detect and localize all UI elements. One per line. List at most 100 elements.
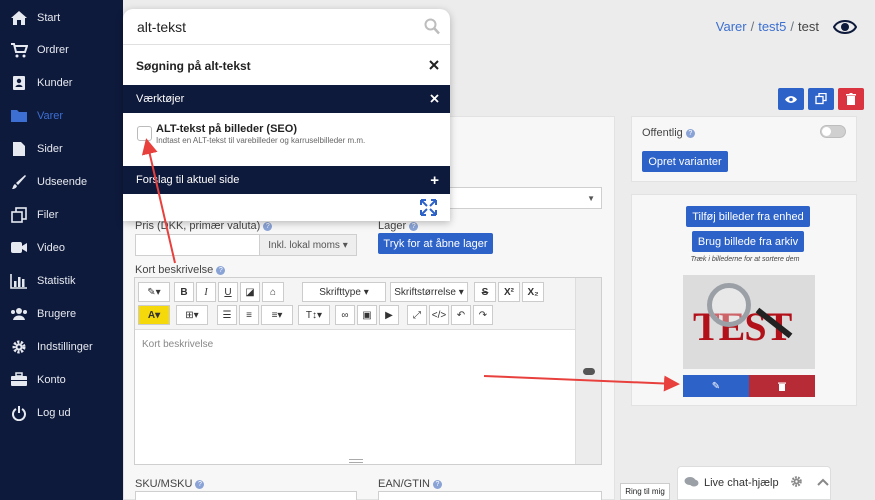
product-image[interactable]: TEST xyxy=(683,275,815,369)
preview-button[interactable] xyxy=(778,88,804,110)
breadcrumb-link-test5[interactable]: test5 xyxy=(758,19,786,34)
bold-button[interactable]: B xyxy=(174,282,194,302)
users-icon xyxy=(9,305,29,323)
ring-me-button[interactable]: Ring til mig xyxy=(620,483,670,500)
user-card-icon xyxy=(9,74,29,92)
help-icon: ? xyxy=(685,128,695,138)
sidebar-item-label: Konto xyxy=(37,373,66,386)
eraser-button[interactable]: ◪ xyxy=(240,282,260,302)
expand-icon[interactable] xyxy=(420,199,437,219)
sidebar-item-brugere[interactable]: Brugere xyxy=(0,297,123,330)
price-input[interactable]: Inkl. lokal moms ▾ xyxy=(135,234,357,256)
price-unit-select[interactable]: Inkl. lokal moms ▾ xyxy=(259,235,356,255)
sidebar-item-label: Indstillinger xyxy=(37,340,93,353)
sidebar-item-label: Udseende xyxy=(37,175,88,188)
sidebar-item-sider[interactable]: Sider xyxy=(0,132,123,165)
sidebar-item-start[interactable]: Start xyxy=(0,1,123,34)
close-icon[interactable] xyxy=(430,94,439,106)
sidebar-item-label: Ordrer xyxy=(37,43,69,56)
line-height-button[interactable]: T↕▾ xyxy=(298,305,330,325)
sidebar-item-filer[interactable]: Filer xyxy=(0,198,123,231)
stock-label: Lager? xyxy=(378,220,419,232)
breadcrumb-separator: / xyxy=(750,19,755,34)
search-input[interactable] xyxy=(137,17,417,37)
live-chat-widget[interactable]: Live chat-hjælp xyxy=(677,466,831,500)
table-button[interactable]: ⊞▾ xyxy=(176,305,208,325)
sidebar: Start Ordrer Kunder Varer Sider Udseende… xyxy=(0,0,123,500)
search-results-title: Søgning på alt-tekst xyxy=(136,59,251,73)
search-result-alt-text[interactable]: ALT-tekst på billeder (SEO) Indtast en A… xyxy=(123,113,450,165)
breadcrumb: Varer / test5 / test xyxy=(716,19,819,34)
bullet-list-button[interactable]: ☰ xyxy=(217,305,237,325)
delete-image-button[interactable] xyxy=(749,375,815,397)
open-stock-button[interactable]: Tryk for at åbne lager xyxy=(378,233,493,254)
search-icon[interactable] xyxy=(424,18,440,38)
align-button[interactable]: ≡▾ xyxy=(261,305,293,325)
undo-button[interactable]: ↶ xyxy=(451,305,471,325)
subscript-icon: X₂ xyxy=(527,286,539,298)
duplicate-button[interactable] xyxy=(808,88,834,110)
use-archive-button[interactable]: Brug billede fra arkiv xyxy=(692,231,804,252)
public-toggle[interactable] xyxy=(820,125,846,138)
delete-button[interactable] xyxy=(838,88,864,110)
file-icon xyxy=(9,140,29,158)
font-color-button[interactable]: A▾ xyxy=(138,305,170,325)
italic-button[interactable]: I xyxy=(196,282,216,302)
eye-icon xyxy=(785,95,797,103)
visibility-card: Offentlig? Opret varianter xyxy=(631,116,857,182)
preview-eye-icon[interactable] xyxy=(832,17,858,37)
add-images-button[interactable]: Tilføj billeder fra enhed xyxy=(686,206,810,227)
sidebar-item-log-ud[interactable]: Log ud xyxy=(0,396,123,429)
sidebar-item-statistik[interactable]: Statistik xyxy=(0,264,123,297)
strikethrough-button[interactable]: S xyxy=(474,282,496,302)
resize-handle[interactable] xyxy=(349,459,363,463)
cart-icon xyxy=(9,41,29,59)
editor-content-area[interactable]: Kort beskrivelse xyxy=(135,331,575,464)
edit-image-button[interactable]: ✎ xyxy=(683,375,749,397)
subscript-button[interactable]: X₂ xyxy=(522,282,544,302)
sidebar-item-kunder[interactable]: Kunder xyxy=(0,66,123,99)
sidebar-item-udseende[interactable]: Udseende xyxy=(0,165,123,198)
image-icon: ▣ xyxy=(362,309,372,321)
fullscreen-button[interactable]: ⤢ xyxy=(407,305,427,325)
editor-placeholder: Kort beskrivelse xyxy=(142,339,214,350)
underline-button[interactable]: U xyxy=(218,282,238,302)
redo-button[interactable]: ↷ xyxy=(473,305,493,325)
plus-icon[interactable]: + xyxy=(430,172,439,189)
font-family-dropdown[interactable]: Skrifttype ▾ xyxy=(302,282,386,302)
suggestions-section-header[interactable]: Forslag til aktuel side + xyxy=(123,166,450,194)
close-icon[interactable] xyxy=(429,59,441,71)
sidebar-item-ordrer[interactable]: Ordrer xyxy=(0,33,123,66)
tools-section-header[interactable]: Værktøjer xyxy=(123,85,450,113)
image-button[interactable]: ▣ xyxy=(357,305,377,325)
result-checkbox[interactable] xyxy=(137,126,152,141)
gear-icon[interactable] xyxy=(790,475,803,491)
video-button[interactable]: ▶ xyxy=(379,305,399,325)
breadcrumb-separator: / xyxy=(790,19,795,34)
link-button[interactable]: ∞ xyxy=(335,305,355,325)
sidebar-item-video[interactable]: Video xyxy=(0,231,123,264)
numbered-list-button[interactable]: ≡ xyxy=(239,305,259,325)
video-icon xyxy=(9,239,29,257)
sidebar-item-konto[interactable]: Konto xyxy=(0,363,123,396)
magic-style-button[interactable]: ✎▾ xyxy=(138,282,170,302)
code-view-button[interactable]: </> xyxy=(429,305,449,325)
eraser-icon: ◪ xyxy=(245,286,255,298)
format-painter-button[interactable]: ⌂ xyxy=(262,282,284,302)
sku-input[interactable] xyxy=(135,491,357,500)
undo-icon: ↶ xyxy=(456,309,466,321)
create-variants-button[interactable]: Opret varianter xyxy=(642,151,728,172)
price-label: Pris (DKK, primær valuta)? xyxy=(135,220,273,232)
sidebar-item-indstillinger[interactable]: Indstillinger xyxy=(0,330,123,363)
copy-icon xyxy=(9,206,29,224)
ean-input[interactable] xyxy=(378,491,602,500)
chevron-up-icon[interactable] xyxy=(816,477,829,489)
folder-icon xyxy=(9,107,29,125)
font-size-dropdown[interactable]: Skriftstørrelse ▾ xyxy=(390,282,468,302)
sidebar-item-varer[interactable]: Varer xyxy=(0,99,123,132)
superscript-button[interactable]: X² xyxy=(498,282,520,302)
short-description-label: Kort beskrivelse? xyxy=(135,264,226,276)
breadcrumb-link-varer[interactable]: Varer xyxy=(716,19,747,34)
superscript-icon: X² xyxy=(504,286,514,298)
toggle-icon[interactable] xyxy=(583,368,595,375)
